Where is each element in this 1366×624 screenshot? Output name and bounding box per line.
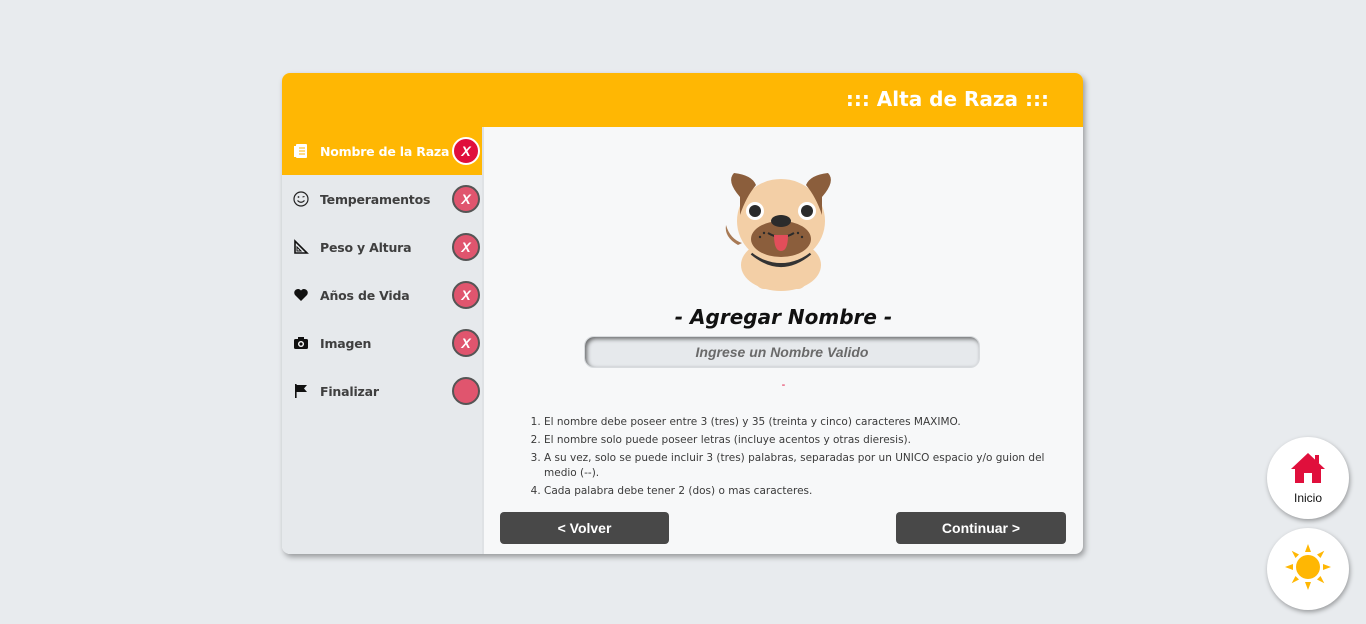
home-icon: [1289, 451, 1327, 490]
validation-message: -: [781, 379, 786, 391]
card-header: ::: Alta de Raza :::: [282, 73, 1083, 127]
steps-sidebar: Nombre de la Raza X Temperamentos X Peso…: [282, 127, 484, 554]
main-panel: - Agregar Nombre - - El nombre debe pose…: [484, 127, 1083, 554]
step-finish[interactable]: Finalizar: [282, 367, 482, 415]
continue-button[interactable]: Continuar >: [896, 512, 1066, 544]
step-label: Nombre de la Raza: [320, 143, 450, 159]
step-label: Peso y Altura: [320, 239, 412, 255]
book-icon: [292, 142, 310, 160]
rule-item: El nombre solo puede poseer letras (incl…: [544, 433, 1060, 448]
home-button[interactable]: Inicio: [1267, 437, 1349, 519]
rule-item: A su vez, solo se puede incluir 3 (tres)…: [544, 451, 1060, 481]
dog-illustration: [720, 167, 842, 291]
name-rules: El nombre debe poseer entre 3 (tres) y 3…: [530, 415, 1060, 502]
step-status-badge: X: [452, 185, 480, 213]
theme-toggle-button[interactable]: [1267, 528, 1349, 610]
step-status-badge: X: [452, 281, 480, 309]
rule-item: El nombre debe poseer entre 3 (tres) y 3…: [544, 415, 1060, 430]
section-title: - Agregar Nombre -: [674, 305, 893, 329]
heart-icon: [292, 286, 310, 304]
step-status-badge: X: [452, 137, 480, 165]
step-label: Finalizar: [320, 383, 379, 399]
create-breed-card: ::: Alta de Raza ::: Nombre de la Raza X…: [282, 73, 1083, 554]
breed-name-input[interactable]: [584, 336, 980, 368]
step-label: Temperamentos: [320, 191, 431, 207]
home-label: Inicio: [1293, 491, 1322, 505]
flag-icon: [292, 382, 310, 400]
rules-list: El nombre debe poseer entre 3 (tres) y 3…: [530, 415, 1060, 499]
step-temperaments[interactable]: Temperamentos X: [282, 175, 482, 223]
camera-icon: [292, 334, 310, 352]
smiley-icon: [292, 190, 310, 208]
step-label: Años de Vida: [320, 287, 410, 303]
sun-icon: [1284, 543, 1332, 596]
step-label: Imagen: [320, 335, 372, 351]
step-status-badge: [452, 377, 480, 405]
back-button[interactable]: < Volver: [500, 512, 669, 544]
step-weight-height[interactable]: Peso y Altura X: [282, 223, 482, 271]
step-breed-name[interactable]: Nombre de la Raza X: [282, 127, 482, 175]
rule-item: Cada palabra debe tener 2 (dos) o mas ca…: [544, 484, 1060, 499]
step-image[interactable]: Imagen X: [282, 319, 482, 367]
step-status-badge: X: [452, 329, 480, 357]
set-square-icon: [292, 238, 310, 256]
step-life-years[interactable]: Años de Vida X: [282, 271, 482, 319]
step-status-badge: X: [452, 233, 480, 261]
card-title: ::: Alta de Raza :::: [845, 87, 1049, 111]
